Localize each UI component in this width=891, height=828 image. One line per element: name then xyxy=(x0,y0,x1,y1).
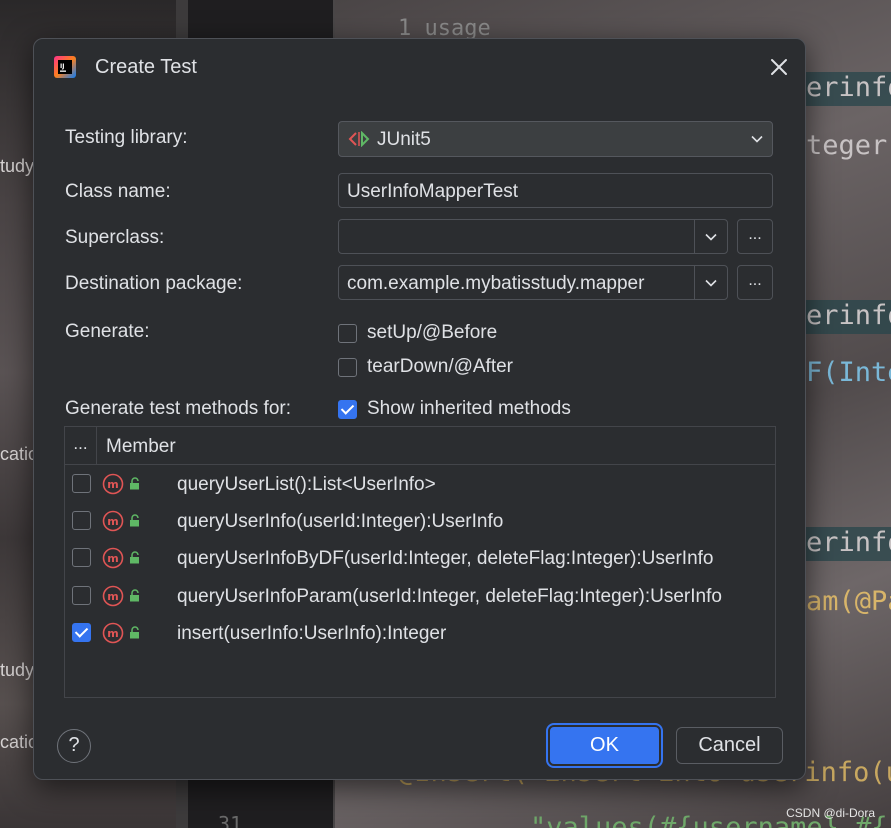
public-lock-icon xyxy=(130,514,139,527)
code-fragment: F(Inte xyxy=(806,357,891,388)
row-checkbox[interactable] xyxy=(72,548,91,567)
code-fragment: erinfo xyxy=(806,72,891,103)
superclass-dropdown-button[interactable] xyxy=(694,220,727,253)
teardown-label: tearDown/@After xyxy=(367,356,514,377)
table-row[interactable]: m queryUserList():List<UserInfo> xyxy=(65,466,775,503)
destination-package-label: Destination package: xyxy=(65,273,243,294)
svg-text:m: m xyxy=(107,627,118,640)
method-signature: insert(userInfo:UserInfo):Integer xyxy=(177,623,447,644)
public-lock-icon xyxy=(130,626,139,639)
svg-text:m: m xyxy=(107,515,118,528)
select-all-column-header[interactable]: ... xyxy=(65,427,97,465)
class-name-value: UserInfoMapperTest xyxy=(347,181,519,202)
code-fragment: erinfo xyxy=(806,527,891,558)
cancel-button[interactable]: Cancel xyxy=(676,727,783,764)
show-inherited-checkbox[interactable] xyxy=(338,399,357,419)
setup-label: setUp/@Before xyxy=(367,322,498,343)
show-inherited-option[interactable]: Show inherited methods xyxy=(338,397,571,421)
member-column-header[interactable]: Member xyxy=(106,436,176,458)
line-number: 31 xyxy=(218,812,243,828)
testing-library-select[interactable]: JUnit5 xyxy=(338,121,773,157)
row-checkbox[interactable] xyxy=(72,586,91,605)
method-icon: m xyxy=(102,473,124,495)
method-signature: queryUserList():List<UserInfo> xyxy=(177,474,436,495)
svg-text:m: m xyxy=(107,590,118,603)
table-row[interactable]: m queryUserInfoByDF(userId:Integer, dele… xyxy=(65,540,775,577)
teardown-option[interactable]: tearDown/@After xyxy=(338,355,513,379)
public-lock-icon xyxy=(130,551,139,564)
method-signature: queryUserInfo(userId:Integer):UserInfo xyxy=(177,511,504,532)
destination-package-value: com.example.mybatisstudy.mapper xyxy=(347,273,645,294)
generate-methods-label: Generate test methods for: xyxy=(65,398,292,419)
table-row[interactable]: m queryUserInfoParam(userId:Integer, del… xyxy=(65,578,775,615)
chevron-down-icon xyxy=(705,279,717,287)
members-table: ... Member m queryUserList():List<UserIn… xyxy=(64,426,776,698)
superclass-combo[interactable] xyxy=(338,219,728,254)
class-name-field[interactable]: UserInfoMapperTest xyxy=(338,173,773,208)
teardown-checkbox[interactable] xyxy=(338,357,357,377)
table-header: ... Member xyxy=(65,427,775,465)
method-signature: queryUserInfoParam(userId:Integer, delet… xyxy=(177,586,722,607)
superclass-browse-button[interactable]: ... xyxy=(737,219,773,254)
method-icon: m xyxy=(102,510,124,532)
chevron-down-icon xyxy=(705,233,717,241)
code-fragment: am(@Pa xyxy=(806,586,891,617)
testing-library-value: JUnit5 xyxy=(377,129,431,150)
show-inherited-label: Show inherited methods xyxy=(367,398,571,419)
table-row[interactable]: m insert(userInfo:UserInfo):Integer xyxy=(65,615,775,652)
testing-library-label: Testing library: xyxy=(65,127,188,148)
create-test-dialog: IJ Create Test Testing library: JUnit5 C… xyxy=(33,38,806,780)
code-fragment: erinfo xyxy=(806,300,891,331)
method-icon: m xyxy=(102,547,124,569)
class-name-label: Class name: xyxy=(65,181,171,202)
destination-package-combo[interactable]: com.example.mybatisstudy.mapper xyxy=(338,265,728,300)
destination-package-dropdown-button[interactable] xyxy=(694,266,727,299)
method-signature: queryUserInfoByDF(userId:Integer, delete… xyxy=(177,548,714,569)
project-tree-label: tudy xyxy=(0,660,35,680)
dialog-title: Create Test xyxy=(95,56,197,78)
superclass-label: Superclass: xyxy=(65,227,165,248)
help-button[interactable]: ? xyxy=(57,729,91,763)
project-tree-label: tudy xyxy=(0,156,35,176)
ok-button[interactable]: OK xyxy=(546,723,663,768)
intellij-icon: IJ xyxy=(54,56,76,78)
svg-text:m: m xyxy=(107,478,118,491)
junit-icon xyxy=(348,131,370,147)
svg-text:m: m xyxy=(107,552,118,565)
generate-label: Generate: xyxy=(65,321,150,342)
method-icon: m xyxy=(102,585,124,607)
watermark: CSDN @di-Dora xyxy=(786,806,875,820)
row-checkbox[interactable] xyxy=(72,623,91,642)
setup-checkbox[interactable] xyxy=(338,323,357,343)
destination-package-browse-button[interactable]: ... xyxy=(737,265,773,300)
svg-text:IJ: IJ xyxy=(60,63,64,70)
setup-option[interactable]: setUp/@Before xyxy=(338,321,497,345)
row-checkbox[interactable] xyxy=(72,511,91,530)
public-lock-icon xyxy=(130,589,139,602)
table-row[interactable]: m queryUserInfo(userId:Integer):UserInfo xyxy=(65,503,775,540)
method-icon: m xyxy=(102,622,124,644)
chevron-down-icon xyxy=(751,135,763,143)
close-icon[interactable] xyxy=(767,55,791,79)
code-fragment: teger xyxy=(806,130,888,161)
dialog-titlebar[interactable]: IJ Create Test xyxy=(34,39,805,97)
public-lock-icon xyxy=(130,477,139,490)
row-checkbox[interactable] xyxy=(72,474,91,493)
